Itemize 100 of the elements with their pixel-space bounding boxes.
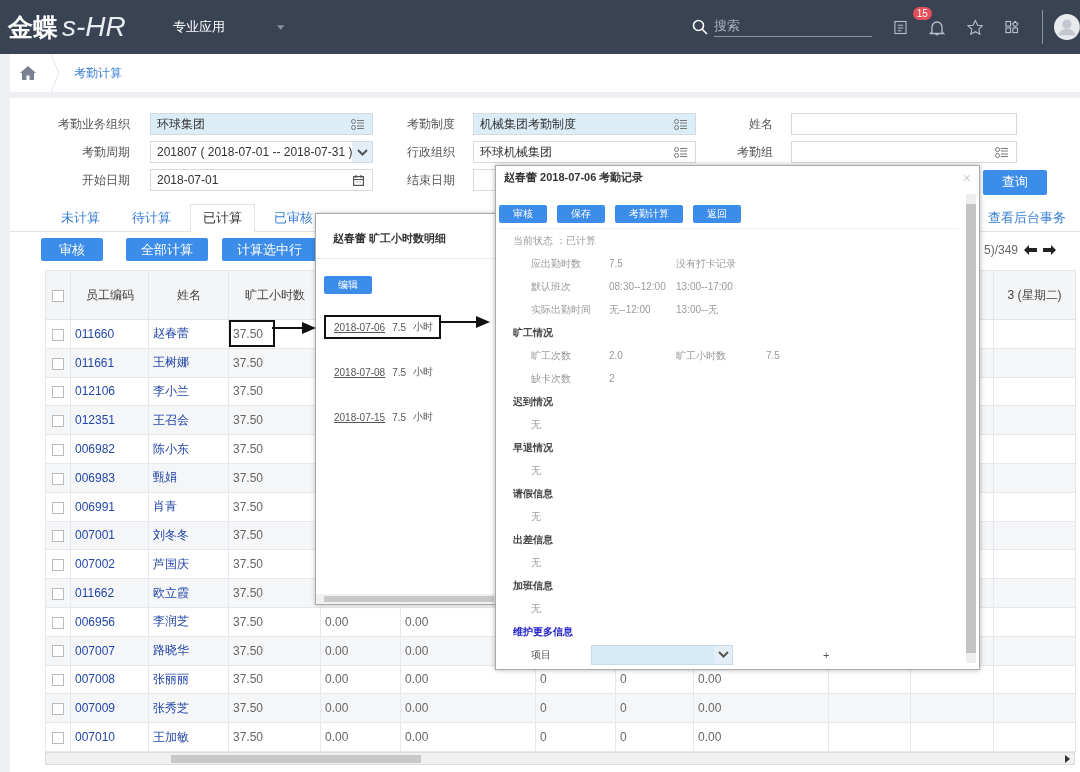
- name-field[interactable]: [791, 113, 1017, 135]
- row-checkbox[interactable]: [52, 443, 64, 456]
- hours-value: 7.5: [392, 321, 407, 333]
- caret-icon[interactable]: [277, 24, 285, 30]
- contact-card-icon[interactable]: [893, 19, 907, 35]
- record-text: 2: [609, 373, 616, 384]
- row-checkbox[interactable]: [52, 386, 64, 399]
- period-select[interactable]: 201807 ( 2018-07-01 -- 2018-07-31 ): [150, 141, 373, 163]
- section-title: 迟到情况: [513, 394, 553, 409]
- bell-icon[interactable]: [928, 19, 945, 36]
- list-icon[interactable]: [351, 118, 364, 130]
- table-cell-text: 37.50: [232, 469, 265, 487]
- section-title: 请假信息: [513, 486, 553, 501]
- lookup-field[interactable]: 机械集团考勤制度: [473, 113, 696, 135]
- hours-unit: 小时: [413, 410, 434, 424]
- star-icon[interactable]: [966, 18, 984, 36]
- row-checkbox[interactable]: [52, 472, 64, 485]
- status-tab[interactable]: 已计算: [190, 204, 255, 232]
- list-icon[interactable]: [674, 118, 687, 130]
- row-checkbox[interactable]: [52, 328, 64, 341]
- record-text: 应出勤时数: [531, 256, 582, 271]
- employee-name-link[interactable]: 甄娟: [153, 470, 177, 485]
- row-checkbox[interactable]: [52, 530, 64, 543]
- table-cell-text: 37.50: [232, 585, 265, 603]
- calendar-icon[interactable]: [353, 174, 364, 186]
- row-checkbox[interactable]: [52, 415, 64, 428]
- vertical-scrollbar[interactable]: [966, 194, 976, 663]
- record-text: 13:00--17:00: [676, 281, 734, 292]
- status-tab[interactable]: 未计算: [50, 204, 113, 231]
- column-header[interactable]: 3 (星期二): [993, 270, 1076, 320]
- employee-name-link[interactable]: 肖青: [153, 499, 177, 514]
- apps-icon[interactable]: [1005, 19, 1020, 35]
- record-text: 7.5: [609, 258, 624, 269]
- column-header[interactable]: 员工编码: [70, 270, 149, 320]
- table-cell: 0.00: [325, 614, 349, 629]
- row-checkbox[interactable]: [52, 703, 64, 716]
- row-checkbox[interactable]: [52, 674, 64, 687]
- search-icon: [691, 19, 708, 35]
- table-cell: 0.00: [325, 672, 349, 687]
- breadcrumb-link[interactable]: 考勤计算: [74, 64, 122, 82]
- record-text: 实际出勤时间: [531, 302, 592, 317]
- table-cell: 0.00: [698, 730, 722, 745]
- table-cell: 0.00: [698, 701, 722, 716]
- avatar-icon[interactable]: [1054, 13, 1080, 41]
- lookup-field[interactable]: [791, 141, 1017, 163]
- table-cell: 0: [540, 701, 547, 716]
- chevron-icon: [50, 54, 60, 92]
- select-all-checkbox[interactable]: [52, 289, 64, 302]
- chevron-down-icon: [356, 148, 368, 156]
- row-checkbox[interactable]: [52, 501, 64, 514]
- section-title: 早退情况: [513, 440, 553, 455]
- item-label: 项目: [531, 647, 552, 662]
- section-title: 出差信息: [513, 532, 553, 547]
- table-cell: 0.00: [325, 730, 349, 745]
- next-arrow-icon[interactable]: [1043, 244, 1056, 255]
- table-cell: 0: [620, 701, 627, 716]
- home-icon[interactable]: [20, 66, 36, 80]
- lookup-field[interactable]: 环球集团: [150, 113, 373, 135]
- record-text: 无: [531, 555, 542, 570]
- table-cell: 0: [540, 672, 547, 687]
- record-text: 7.5: [766, 350, 780, 361]
- date-link[interactable]: 2018-07-08: [334, 366, 386, 378]
- date-link[interactable]: 2018-07-15: [334, 411, 386, 423]
- record-text: 无: [531, 417, 542, 432]
- record-text: 旷工次数: [531, 348, 572, 363]
- field-label: 姓名: [748, 115, 773, 133]
- dialog-title: 赵春蕾 2018-07-06 考勤记录: [504, 170, 644, 185]
- table-cell: 0: [620, 672, 627, 687]
- add-button[interactable]: +: [823, 648, 913, 661]
- record-text: 无: [531, 601, 542, 616]
- list-icon[interactable]: [995, 146, 1008, 158]
- record-text: 无--12:00: [609, 302, 652, 317]
- row-checkbox[interactable]: [52, 731, 64, 744]
- row-checkbox[interactable]: [52, 645, 64, 658]
- date-link[interactable]: 2018-07-06: [334, 321, 386, 333]
- search-field[interactable]: 搜索: [713, 17, 872, 37]
- logo-subtitle: s-HR: [62, 11, 126, 43]
- item-select[interactable]: [591, 644, 733, 665]
- previous-arrow-icon[interactable]: [1024, 244, 1037, 255]
- background-tasks-link[interactable]: 查看后台事务: [988, 205, 1066, 231]
- lookup-field[interactable]: 环球机械集团: [473, 141, 696, 163]
- list-icon[interactable]: [674, 146, 687, 158]
- annotation-arrow: [272, 322, 316, 334]
- record-text: 默认班次: [531, 279, 572, 294]
- chevron-down-icon: [717, 651, 729, 658]
- scroll-right-icon[interactable]: [1065, 754, 1070, 763]
- field-label: 考勤组: [736, 143, 773, 161]
- record-text: 08:30--12:00: [609, 281, 667, 292]
- row-checkbox[interactable]: [52, 357, 64, 370]
- table-cell-text: 37.50: [232, 527, 265, 545]
- column-header[interactable]: 姓名: [148, 270, 229, 320]
- date-field[interactable]: 2018-07-01: [150, 169, 373, 191]
- record-text: 无: [531, 509, 542, 524]
- row-checkbox[interactable]: [52, 616, 64, 629]
- row-checkbox[interactable]: [52, 587, 64, 600]
- row-checkbox[interactable]: [52, 559, 64, 572]
- app-menu[interactable]: 专业应用: [173, 18, 226, 36]
- more-info-link[interactable]: 维护更多信息: [513, 624, 573, 639]
- table-cell-text: 37.50: [232, 498, 265, 516]
- status-tab[interactable]: 待计算: [119, 204, 184, 231]
